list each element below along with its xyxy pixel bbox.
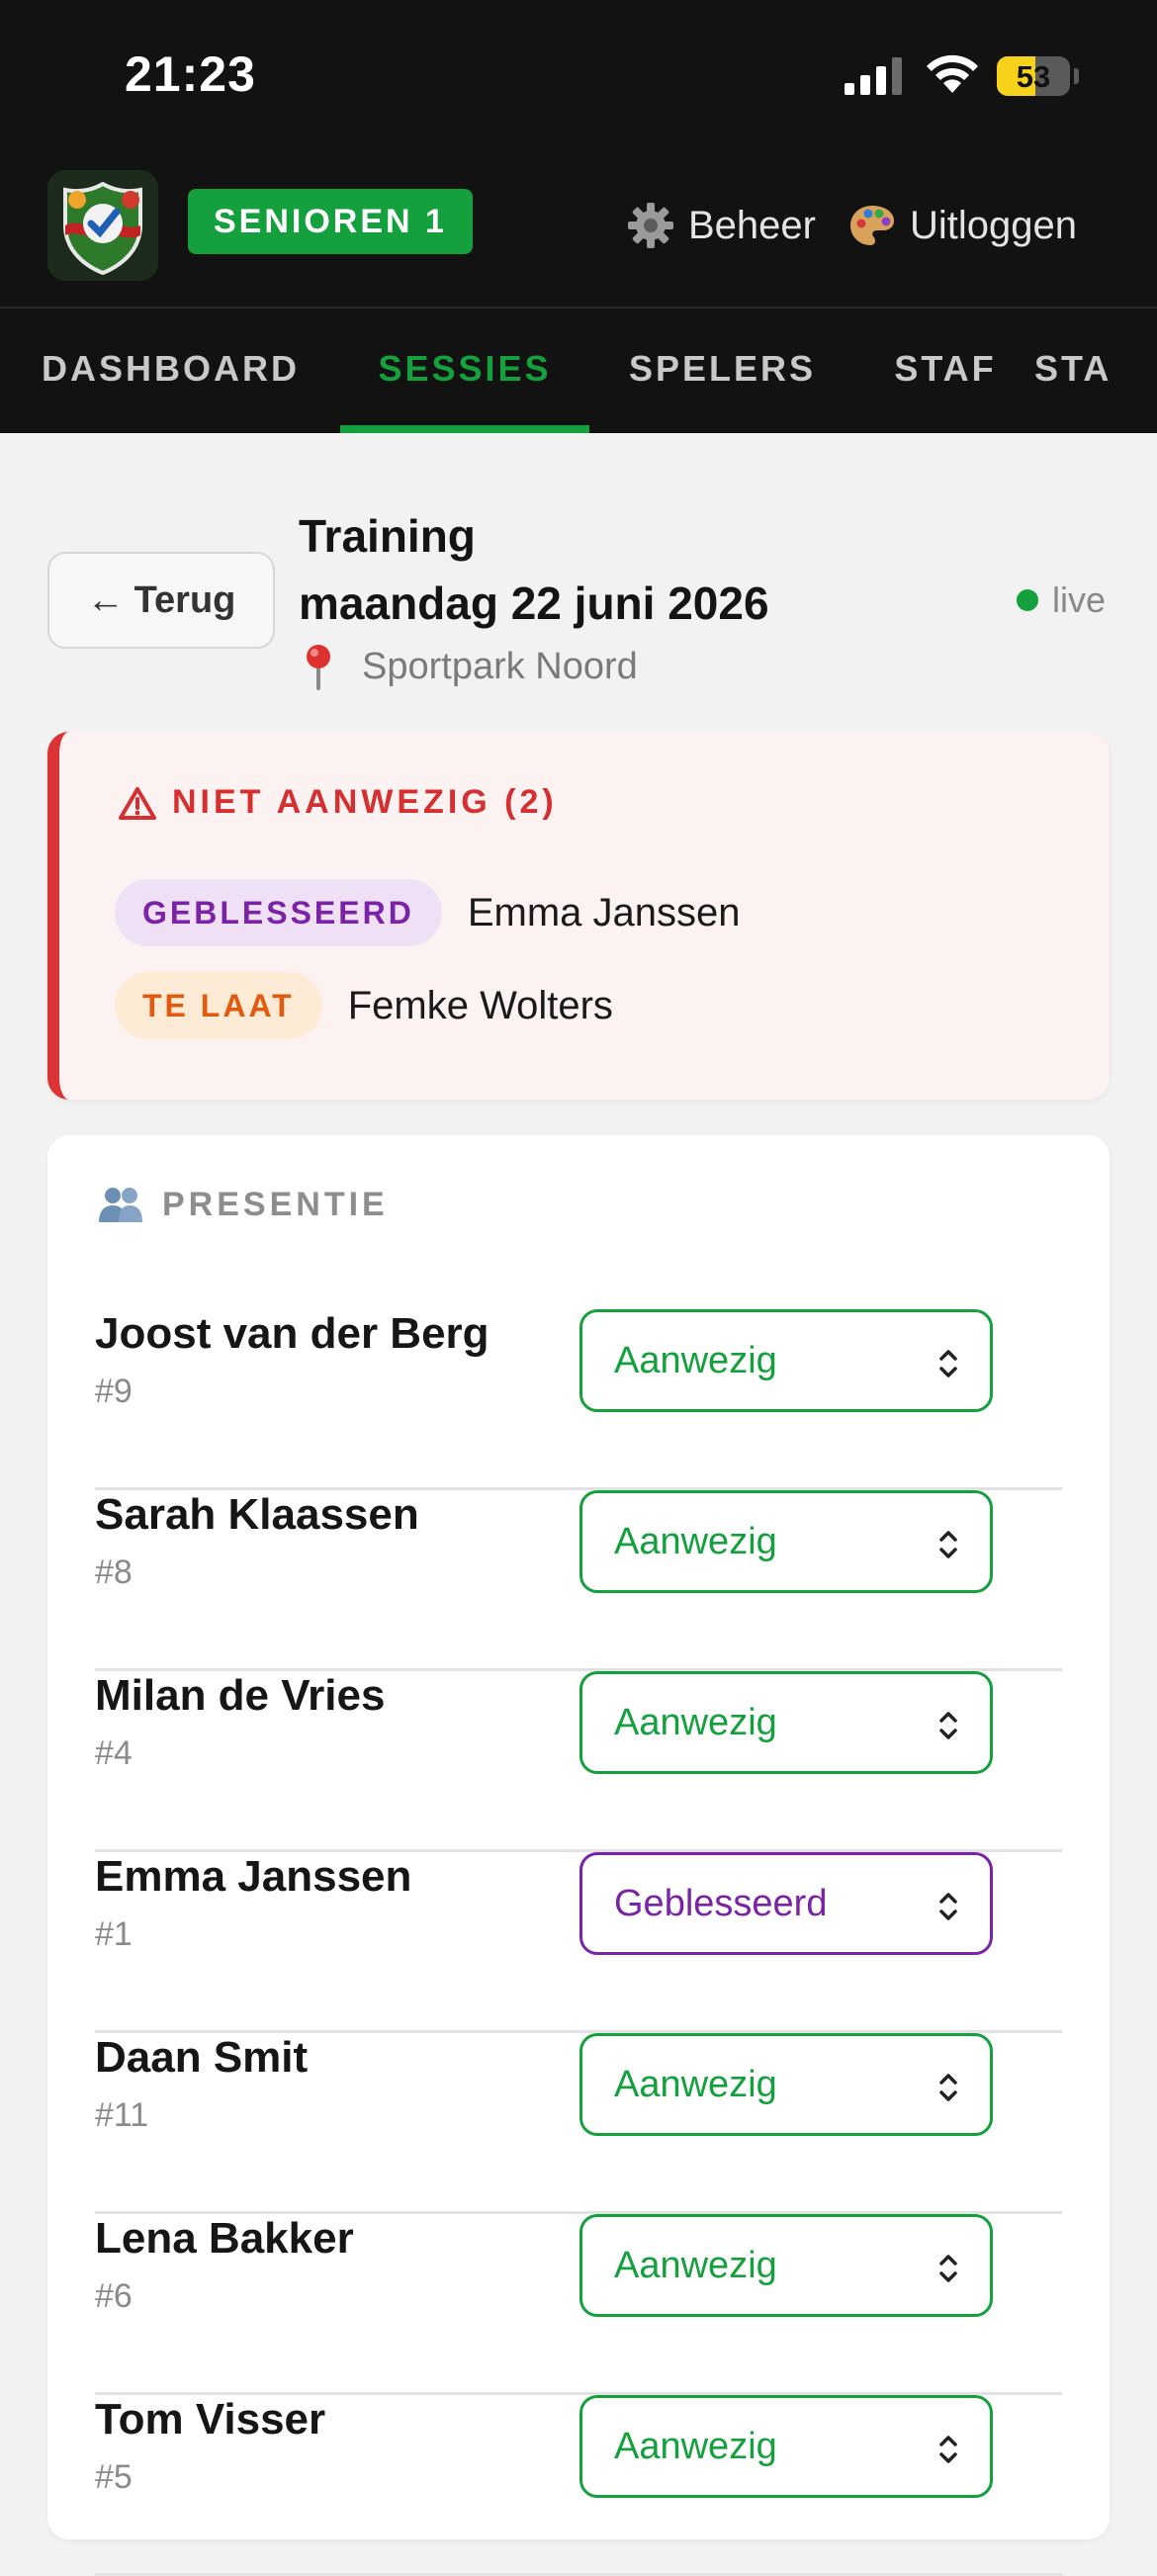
cellular-signal-icon <box>845 57 902 95</box>
chevron-up-down-icon <box>939 1893 957 1920</box>
live-dot-icon <box>1017 589 1038 611</box>
presence-title: PRESENTIE <box>97 1185 389 1224</box>
app-header: SENIOREN 1 Beheer Uitloggen <box>0 148 1157 307</box>
attendance-value: Aanwezig <box>614 1339 777 1381</box>
chevron-up-down-icon <box>939 1712 957 1739</box>
manage-link[interactable]: Beheer <box>625 196 816 255</box>
logout-label: Uitloggen <box>910 203 1078 247</box>
location-label: Sportpark Noord <box>362 645 638 687</box>
presence-card: PRESENTIE Joost van der Berg #9 Aanwezig… <box>47 1135 1110 2576</box>
wifi-icon <box>927 54 978 93</box>
player-row: Tom Visser #5 Aanwezig <box>95 2395 1062 2576</box>
status-pill-injured: GEBLESSEERD <box>115 879 442 946</box>
player-number: #8 <box>95 1554 133 1591</box>
chevron-up-down-icon <box>939 2255 957 2282</box>
player-name: Emma Janssen <box>95 1852 412 1901</box>
player-number: #1 <box>95 1915 133 1953</box>
logout-link[interactable]: Uitloggen <box>846 196 1077 255</box>
attendance-value: Aanwezig <box>614 1520 777 1562</box>
arrow-left-icon: ← <box>86 578 125 621</box>
absent-card: NIET AANWEZIG (2) GEBLESSEERD Emma Janss… <box>47 732 1110 1100</box>
back-label: Terug <box>134 578 236 621</box>
tab-sessies[interactable]: SESSIES <box>340 309 589 433</box>
session-date: maandag 22 juni 2026 <box>299 577 769 629</box>
player-number: #5 <box>95 2458 133 2496</box>
player-name: Joost van der Berg <box>95 1309 490 1358</box>
warning-icon <box>119 786 156 820</box>
absent-title: NIET AANWEZIG (2) <box>119 783 558 822</box>
chevron-up-down-icon <box>939 1350 957 1377</box>
player-name: Lena Bakker <box>95 2214 354 2263</box>
presence-title-text: PRESENTIE <box>162 1185 389 1223</box>
attendance-select[interactable]: Aanwezig <box>579 2395 993 2498</box>
player-number: #9 <box>95 1373 133 1410</box>
player-name: Milan de Vries <box>95 1671 386 1720</box>
battery-percentage: 53 <box>1016 59 1051 94</box>
absent-title-text: NIET AANWEZIG (2) <box>172 783 558 821</box>
live-indicator: live <box>1017 579 1106 621</box>
live-label: live <box>1052 579 1107 620</box>
shield-logo-icon <box>47 170 158 281</box>
chevron-up-down-icon <box>939 2074 957 2101</box>
attendance-select[interactable]: Aanwezig <box>579 2214 993 2317</box>
player-row: Daan Smit #11 Aanwezig <box>95 2033 1062 2214</box>
attendance-select[interactable]: Aanwezig <box>579 1309 993 1412</box>
absent-item: GEBLESSEERD Emma Janssen <box>115 878 741 947</box>
chevron-up-down-icon <box>939 1531 957 1558</box>
player-number: #4 <box>95 1734 133 1772</box>
player-row: Lena Bakker #6 Aanwezig <box>95 2214 1062 2395</box>
player-name: Sarah Klaassen <box>95 1490 419 1539</box>
absent-item: TE LAAT Femke Wolters <box>115 971 613 1040</box>
player-name: Daan Smit <box>95 2033 309 2082</box>
battery-icon: 53 <box>997 56 1070 96</box>
player-row: Sarah Klaassen #8 Aanwezig <box>95 1490 1062 1671</box>
absent-player-name: Emma Janssen <box>467 890 741 934</box>
attendance-select[interactable]: Aanwezig <box>579 2033 993 2136</box>
people-icon <box>99 1188 142 1222</box>
chevron-up-down-icon <box>939 2436 957 2463</box>
attendance-select[interactable]: Aanwezig <box>579 1671 993 1774</box>
palette-icon <box>850 206 894 245</box>
attendance-value: Aanwezig <box>614 2244 777 2286</box>
status-bar: 21:23 53 <box>0 0 1157 148</box>
tab-sta-truncated[interactable]: STA <box>1034 309 1157 433</box>
attendance-value: Aanwezig <box>614 2063 777 2105</box>
session-type: Training <box>299 510 476 562</box>
app-logo[interactable] <box>47 170 158 281</box>
main-tabs: DASHBOARD SESSIES SPELERS STAF STA <box>0 307 1157 433</box>
player-row: Joost van der Berg #9 Aanwezig <box>95 1309 1062 1490</box>
gear-icon <box>628 203 673 248</box>
battery-cap <box>1074 68 1079 84</box>
attendance-select[interactable]: Aanwezig <box>579 1490 993 1593</box>
player-name: Tom Visser <box>95 2395 326 2443</box>
attendance-select[interactable]: Geblesseerd <box>579 1852 993 1955</box>
player-row: Emma Janssen #1 Geblesseerd <box>95 1852 1062 2033</box>
attendance-value: Aanwezig <box>614 1701 777 1743</box>
status-time: 21:23 <box>125 46 256 102</box>
status-pill-late: TE LAAT <box>115 972 322 1039</box>
team-badge[interactable]: SENIOREN 1 <box>188 189 473 254</box>
attendance-value: Geblesseerd <box>614 1882 828 1924</box>
player-row: Milan de Vries #4 Aanwezig <box>95 1671 1062 1852</box>
manage-label: Beheer <box>688 203 816 247</box>
player-number: #11 <box>95 2096 149 2134</box>
back-button[interactable]: ← Terug <box>47 552 275 649</box>
tab-dashboard[interactable]: DASHBOARD <box>42 309 297 433</box>
map-pin-icon <box>307 645 330 690</box>
attendance-value: Aanwezig <box>614 2425 777 2467</box>
tab-staf[interactable]: STAF <box>892 309 999 433</box>
session-location: Sportpark Noord <box>299 643 638 690</box>
player-number: #6 <box>95 2277 133 2315</box>
tab-spelers[interactable]: SPELERS <box>629 309 813 433</box>
absent-player-name: Femke Wolters <box>347 983 613 1027</box>
